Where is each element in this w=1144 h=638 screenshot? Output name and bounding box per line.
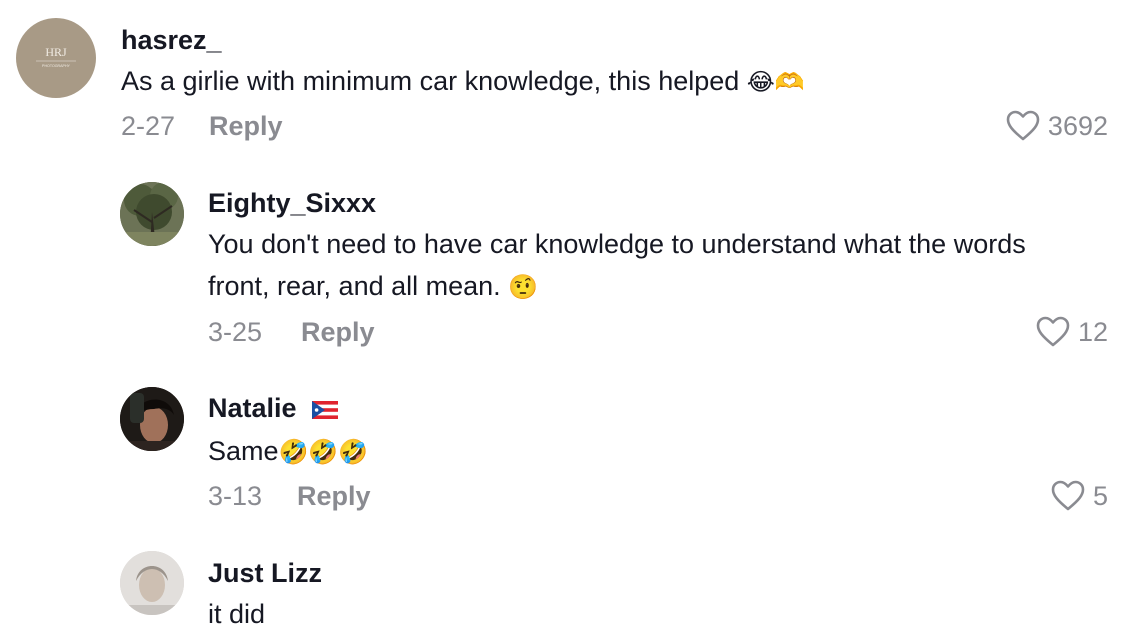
reply-button[interactable]: Reply: [209, 110, 283, 142]
comment-text: As a girlie with minimum car knowledge, …: [121, 60, 805, 103]
heart-icon: [1036, 316, 1070, 347]
like-button[interactable]: 5: [1051, 480, 1108, 512]
avatar-logo-text: HRJ: [45, 45, 67, 59]
comment-text: front, rear, and all mean. 🤨: [208, 265, 538, 308]
comment-text-line: You don't need to have car knowledge to …: [208, 229, 1026, 259]
reply-button[interactable]: Reply: [297, 480, 371, 512]
reply-button[interactable]: Reply: [301, 316, 375, 348]
avatar-logo-subtext: PHOTOGRAPHY: [42, 64, 70, 68]
comment-username[interactable]: Natalie: [208, 392, 339, 424]
comment-text: Same🤣🤣🤣: [208, 430, 368, 473]
avatar[interactable]: [120, 182, 184, 246]
comment-date: 2-27: [121, 111, 176, 141]
like-button[interactable]: 3692: [1006, 110, 1108, 142]
heart-icon: [1006, 110, 1040, 141]
comment-username[interactable]: Eighty_Sixxx: [208, 187, 376, 219]
person-photo-icon: [120, 387, 184, 451]
reply-comment-item: Eighty_Sixxx You don't need to have car …: [0, 160, 1144, 365]
person-photo-icon: [120, 551, 184, 615]
photography-logo-icon: HRJ PHOTOGRAPHY: [36, 45, 76, 68]
like-count: 5: [1092, 481, 1108, 511]
comment-date: 3-13: [208, 481, 263, 511]
avatar[interactable]: [120, 551, 184, 615]
reply-comment-item: Just Lizz it did: [0, 535, 1144, 638]
comment-username[interactable]: hasrez_: [121, 24, 222, 56]
comment-text-body: As a girlie with minimum car knowledge, …: [121, 66, 740, 96]
tree-photo-icon: [120, 182, 184, 246]
puerto-rico-flag-icon: [312, 400, 339, 419]
rofl-emoji: 🤣🤣🤣: [278, 438, 369, 466]
comment-text-body: front, rear, and all mean.: [208, 271, 501, 301]
laughing-hands-emoji: 😂🫶: [746, 68, 805, 96]
like-count: 12: [1077, 317, 1108, 347]
comment-date: 3-25: [208, 317, 263, 347]
comment-username[interactable]: Just Lizz: [208, 557, 322, 589]
avatar[interactable]: HRJ PHOTOGRAPHY: [16, 18, 96, 98]
reply-comment-item: Natalie Same🤣🤣🤣 3-13 Reply 5: [0, 365, 1144, 535]
heart-icon: [1051, 480, 1085, 511]
comment-text: it did: [208, 599, 266, 629]
comment-text-body: Same: [208, 436, 279, 466]
username-text: Natalie: [208, 393, 297, 423]
like-button[interactable]: 12: [1036, 316, 1108, 348]
comment-item: HRJ PHOTOGRAPHY hasrez_ As a girlie with…: [0, 0, 1144, 160]
raised-eyebrow-emoji: 🤨: [508, 273, 539, 301]
avatar[interactable]: [120, 387, 184, 451]
like-count: 3692: [1047, 111, 1108, 141]
